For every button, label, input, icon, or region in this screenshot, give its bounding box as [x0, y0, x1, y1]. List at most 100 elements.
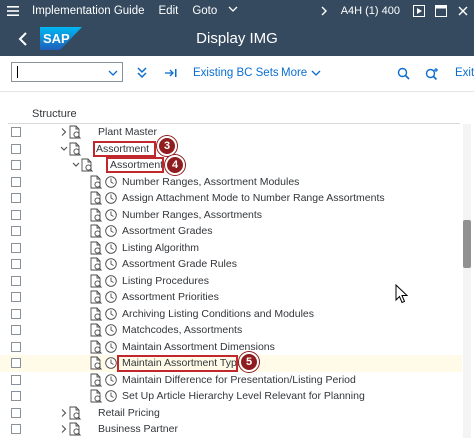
row-checkbox[interactable] [11, 358, 21, 368]
clock-icon[interactable] [104, 356, 118, 370]
chevron-right-icon[interactable] [313, 4, 335, 19]
row-checkbox[interactable] [11, 325, 21, 335]
find-icon[interactable] [397, 65, 410, 81]
menu-edit[interactable]: Edit [152, 5, 186, 17]
tree-row-label[interactable]: Listing Procedures [122, 275, 209, 287]
tree-row-label[interactable]: Assortment Grades [122, 225, 212, 237]
tree-row-label[interactable]: Archiving Listing Conditions and Modules [122, 308, 314, 320]
row-checkbox[interactable] [11, 127, 21, 137]
tree-row[interactable]: Listing Procedures [0, 273, 462, 290]
clock-icon[interactable] [104, 323, 118, 337]
document-icon[interactable] [89, 241, 103, 255]
tree-row[interactable]: Assortment Grades [0, 223, 462, 240]
dropdown-chevron-icon[interactable] [108, 65, 118, 80]
row-checkbox[interactable] [11, 308, 21, 319]
clock-icon[interactable] [104, 373, 118, 387]
tree-row-label[interactable]: Plant Master [98, 126, 157, 138]
clock-icon[interactable] [104, 175, 118, 189]
document-icon[interactable] [89, 208, 103, 222]
document-icon[interactable] [89, 257, 103, 271]
row-checkbox[interactable] [11, 341, 21, 352]
row-checkbox[interactable] [11, 209, 21, 220]
exit-button[interactable]: Exit [455, 65, 474, 81]
tree-row[interactable]: Set Up Article Hierarchy Level Relevant … [0, 388, 462, 405]
back-icon[interactable] [12, 28, 34, 50]
tree-row-label[interactable]: Business Partner [98, 423, 178, 435]
tree-row-label[interactable]: Number Ranges, Assortment Modules [122, 176, 299, 188]
tree-row[interactable]: Archiving Listing Conditions and Modules [0, 306, 462, 323]
play-icon[interactable] [408, 0, 430, 22]
row-checkbox[interactable] [11, 391, 21, 401]
row-checkbox[interactable] [11, 160, 21, 170]
clock-icon[interactable] [104, 307, 118, 321]
tree-row[interactable]: Retail Pricing [0, 405, 462, 422]
existing-bc-sets-button[interactable]: Existing BC Sets [193, 65, 279, 81]
document-icon[interactable] [89, 191, 103, 205]
tree-row[interactable]: Maintain Assortment Dimensions [0, 339, 462, 356]
tree-row[interactable]: Assortment [0, 141, 462, 158]
clock-icon[interactable] [104, 257, 118, 271]
row-checkbox[interactable] [11, 374, 21, 385]
clock-icon[interactable] [104, 241, 118, 255]
tree-row[interactable]: Assortment Grade Rules [0, 256, 462, 273]
document-icon[interactable] [89, 389, 103, 403]
tree-row[interactable]: Plant Master [0, 124, 462, 141]
document-icon[interactable] [89, 274, 103, 288]
tree-row[interactable]: Assortment [0, 157, 462, 174]
document-icon[interactable] [89, 307, 103, 321]
tree-row-label[interactable]: Matchcodes, Assortments [122, 324, 242, 336]
clock-icon[interactable] [104, 191, 118, 205]
document-icon[interactable] [89, 340, 103, 354]
tree-row[interactable]: Listing Algorithm [0, 240, 462, 257]
clock-icon[interactable] [104, 290, 118, 304]
document-icon[interactable] [89, 175, 103, 189]
document-icon[interactable] [89, 290, 103, 304]
tree-row-label[interactable]: Maintain Difference for Presentation/Lis… [122, 374, 356, 386]
row-checkbox[interactable] [11, 193, 21, 203]
row-checkbox[interactable] [11, 407, 21, 418]
row-checkbox[interactable] [11, 259, 21, 269]
clock-icon[interactable] [104, 274, 118, 288]
tree-row-label[interactable]: Retail Pricing [98, 407, 160, 419]
hamburger-menu-icon[interactable] [0, 0, 26, 22]
document-icon[interactable] [89, 224, 103, 238]
row-checkbox[interactable] [11, 242, 21, 253]
row-checkbox[interactable] [11, 424, 21, 434]
row-checkbox[interactable] [11, 226, 21, 236]
chevron-down-icon[interactable] [224, 6, 242, 17]
tree-row-label[interactable]: Assortment Priorities [122, 291, 219, 303]
document-icon[interactable] [89, 373, 103, 387]
row-checkbox[interactable] [11, 292, 21, 302]
tree-row-label[interactable]: Set Up Article Hierarchy Level Relevant … [122, 390, 365, 402]
tree-row[interactable]: Business Partner [0, 421, 462, 438]
close-icon[interactable] [452, 0, 474, 22]
clock-icon[interactable] [104, 208, 118, 222]
clock-icon[interactable] [104, 389, 118, 403]
tree-row-label[interactable]: Listing Algorithm [122, 242, 199, 254]
tree-row[interactable]: Assortment Priorities [0, 289, 462, 306]
find-next-icon[interactable] [425, 65, 440, 81]
tree-row[interactable]: Assign Attachment Mode to Number Range A… [0, 190, 462, 207]
tree-row-label[interactable]: Number Ranges, Assortments [122, 209, 262, 221]
document-icon[interactable] [89, 356, 103, 370]
clock-icon[interactable] [104, 224, 118, 238]
row-checkbox[interactable] [11, 275, 21, 286]
vertical-scrollbar[interactable] [463, 124, 471, 438]
tree-row-label[interactable]: Assortment Grade Rules [122, 258, 237, 270]
window-icon[interactable] [430, 0, 452, 22]
document-icon[interactable] [89, 323, 103, 337]
command-field[interactable] [11, 62, 123, 82]
more-button[interactable]: More [281, 65, 321, 81]
clock-icon[interactable] [104, 340, 118, 354]
tree-row[interactable]: Matchcodes, Assortments [0, 322, 462, 339]
collapse-all-icon[interactable] [135, 65, 149, 81]
tree-row[interactable]: Number Ranges, Assortment Modules [0, 174, 462, 191]
tree-row-label[interactable]: Maintain Assortment Dimensions [122, 341, 275, 353]
tree-row[interactable]: Number Ranges, Assortments [0, 207, 462, 224]
row-checkbox[interactable] [11, 176, 21, 187]
scrollbar-thumb[interactable] [463, 220, 471, 268]
menu-implementation-guide[interactable]: Implementation Guide [26, 5, 152, 17]
menu-goto[interactable]: Goto [185, 5, 224, 17]
row-checkbox[interactable] [11, 143, 21, 154]
expand-subtree-icon[interactable] [163, 65, 179, 81]
